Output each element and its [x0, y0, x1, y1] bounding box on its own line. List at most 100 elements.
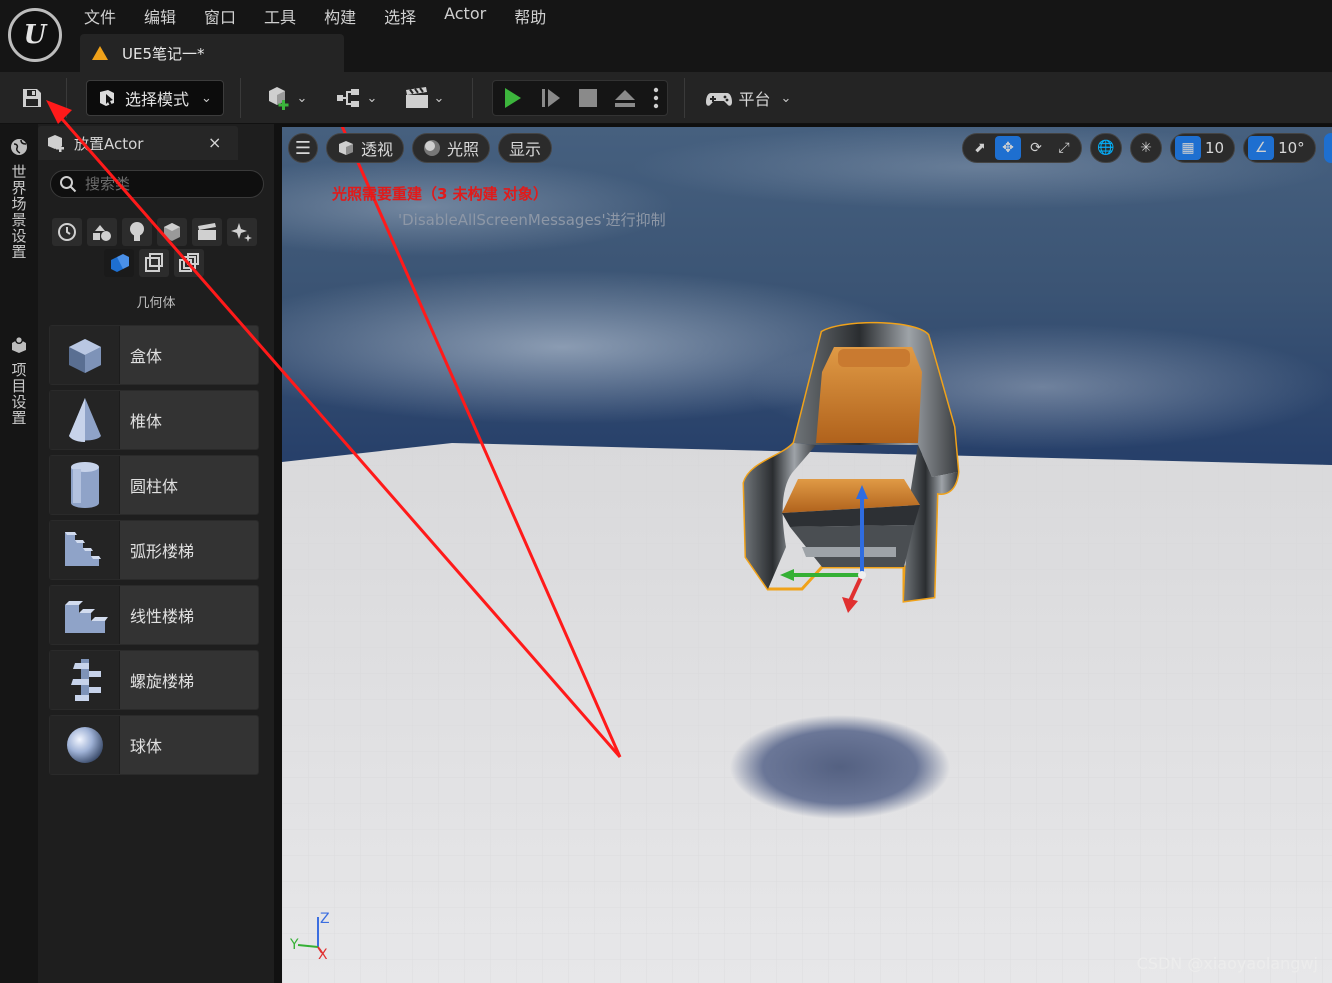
select-mode-icon — [100, 90, 114, 106]
platforms-dropdown[interactable]: 平台 ⌄ — [702, 80, 794, 116]
search-input[interactable] — [83, 174, 253, 194]
project-settings-tab[interactable]: 项目设置 — [4, 334, 34, 426]
grid-snap-icon[interactable]: ▦ — [1175, 136, 1201, 160]
actor-item-label: 螺旋楼梯 — [130, 672, 195, 691]
show-label: 显示 — [509, 140, 542, 159]
save-icon — [23, 89, 41, 107]
chair-shadow — [730, 715, 950, 819]
chevron-down-icon: ⌄ — [433, 90, 445, 106]
sphere-shape-icon — [66, 727, 103, 763]
close-icon[interactable]: × — [208, 133, 221, 152]
menu-window[interactable]: 窗口 — [190, 0, 250, 32]
menu-actor[interactable]: Actor — [430, 0, 500, 32]
move-arrows-icon[interactable]: ✥ — [995, 136, 1021, 160]
chevron-down-icon: ⌄ — [296, 90, 308, 106]
perspective-button[interactable]: 透视 — [326, 133, 405, 163]
category-tabs-row-2 — [104, 249, 204, 277]
show-button[interactable]: 显示 — [498, 133, 553, 163]
category-label: 几何体 — [136, 296, 176, 311]
toolbar-separator — [684, 78, 685, 118]
blueprints-button[interactable]: ⌄ — [330, 80, 382, 116]
menu-edit[interactable]: 编辑 — [130, 0, 190, 32]
all-classes-category-tab[interactable] — [174, 249, 204, 277]
toolbar-separator — [240, 78, 241, 118]
stop-icon[interactable] — [577, 87, 599, 109]
actor-item-sphere[interactable]: 球体 — [49, 715, 259, 775]
more-options-icon[interactable] — [652, 86, 660, 110]
view-mode-button[interactable]: 光照 — [412, 133, 491, 163]
volumes-icon — [145, 253, 163, 272]
place-actor-icon — [48, 135, 64, 152]
world-settings-tab[interactable]: 世界场景设置 — [4, 138, 34, 260]
panel-splitter[interactable] — [274, 124, 282, 983]
menu-help[interactable]: 帮助 — [500, 0, 560, 32]
menu-build[interactable]: 构建 — [310, 0, 370, 32]
select-cursor-icon[interactable]: ⬈ — [967, 136, 993, 160]
lighting-rebuild-warning: 光照需要重建（3 未构建 对象） — [332, 185, 548, 203]
save-button[interactable] — [10, 80, 54, 116]
lit-sphere-icon — [424, 140, 441, 156]
cinematics-button[interactable]: ⌄ — [398, 80, 450, 116]
unreal-logo-icon[interactable]: U — [8, 8, 62, 62]
advance-frame-icon[interactable] — [539, 86, 563, 110]
document-tab-label: UE5笔记一* — [122, 44, 205, 63]
surface-snapping-toggle[interactable]: ✳ — [1130, 133, 1162, 163]
place-actors-title: 放置Actor — [74, 134, 144, 153]
rotation-snap-group: ∠ 10° — [1243, 133, 1316, 163]
level-document-tab[interactable]: UE5笔记一* — [80, 34, 344, 72]
clapperboard-icon — [405, 87, 428, 108]
sparkles-icon — [231, 223, 252, 242]
cinematic-category-tab[interactable] — [192, 218, 222, 246]
play-icon[interactable] — [500, 86, 524, 110]
level-viewport[interactable]: ☰ 透视 光照 显示 ⬈ ✥ ⟳ ⤢ 🌐 ✳ ▦ 10 ∠ 10° 光照需要重建… — [282, 127, 1332, 983]
actor-item-linear-stair[interactable]: 线性楼梯 — [49, 585, 259, 645]
menu-tools[interactable]: 工具 — [250, 0, 310, 32]
all-classes-icon — [179, 253, 199, 272]
geometry-category-tab[interactable] — [104, 249, 134, 277]
basic-shapes-icon — [93, 225, 111, 241]
menu-select[interactable]: 选择 — [370, 0, 430, 32]
cone-shape-icon — [68, 398, 101, 442]
main-toolbar: 选择模式 ⌄ ⌄ ⌄ ⌄ 平台 ⌄ — [0, 72, 1332, 124]
rotation-snap-value[interactable]: 10° — [1276, 139, 1311, 157]
lighting-label: 光照 — [447, 140, 480, 159]
actor-item-cylinder[interactable]: 圆柱体 — [49, 455, 259, 515]
actor-item-cone[interactable]: 椎体 — [49, 390, 259, 450]
box-shape-icon — [68, 339, 101, 373]
basic-category-tab[interactable] — [87, 218, 117, 246]
actor-item-label: 盒体 — [130, 347, 163, 366]
add-actor-icon — [268, 87, 289, 110]
actor-item-box[interactable]: 盒体 — [49, 325, 259, 385]
angle-snap-icon[interactable]: ∠ — [1248, 136, 1275, 160]
scale-icon[interactable]: ⤢ — [1051, 136, 1077, 160]
visual-effects-category-tab[interactable] — [227, 218, 257, 246]
grid-snap-group: ▦ 10 — [1170, 133, 1236, 163]
actor-item-spiral-stair[interactable]: 螺旋楼梯 — [49, 650, 259, 710]
actor-item-curved-stair[interactable]: 弧形楼梯 — [49, 520, 259, 580]
quick-add-button[interactable]: ⌄ — [260, 80, 312, 116]
category-tabs — [52, 218, 257, 246]
grid-snap-value[interactable]: 10 — [1203, 139, 1230, 157]
cube-icon — [164, 223, 180, 241]
shapes-category-tab[interactable] — [157, 218, 187, 246]
chevron-down-icon: ⌄ — [201, 90, 212, 106]
recent-category-tab[interactable] — [52, 218, 82, 246]
chair-headrest — [838, 349, 910, 367]
watermark: CSDN @xiaoyaolangwj — [1136, 954, 1318, 973]
place-actors-tab[interactable]: 放置Actor × — [38, 126, 238, 160]
eject-icon[interactable] — [613, 87, 637, 109]
blueprint-icon — [336, 89, 359, 107]
viewport-menu-button[interactable]: ☰ — [288, 133, 318, 163]
place-actors-panel: 放置Actor × 搜索类 几何体 盒体 椎体 圆柱体 弧形楼梯 线性楼梯 螺旋… — [38, 124, 274, 983]
project-settings-label: 项目设置 — [9, 362, 28, 426]
menu-file[interactable]: 文件 — [70, 0, 130, 32]
volumes-category-tab[interactable] — [139, 249, 169, 277]
select-mode-dropdown[interactable]: 选择模式 ⌄ — [86, 80, 224, 116]
rotate-icon[interactable]: ⟳ — [1023, 136, 1049, 160]
world-globe-icon: 🌐 — [1097, 140, 1115, 156]
clock-icon — [58, 223, 76, 241]
lights-category-tab[interactable] — [122, 218, 152, 246]
coordinate-space-toggle[interactable]: 🌐 — [1090, 133, 1122, 163]
actor-item-label: 圆柱体 — [130, 477, 179, 496]
scale-snap-group[interactable] — [1323, 133, 1332, 163]
